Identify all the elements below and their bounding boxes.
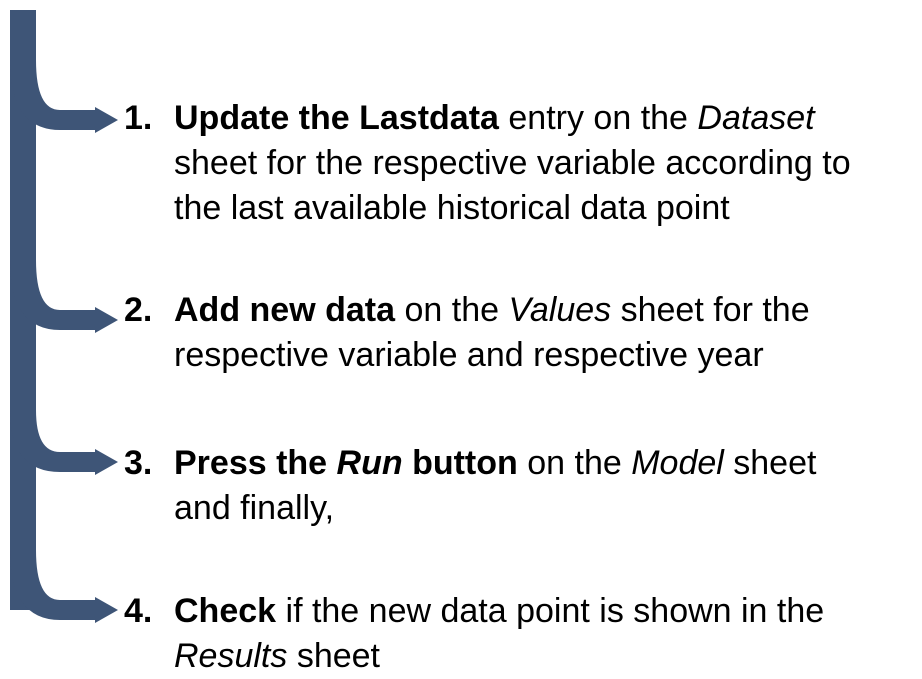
text-run: sheet for the bbox=[611, 291, 810, 329]
step-number: 2. bbox=[124, 291, 153, 329]
text-run: Values bbox=[508, 291, 612, 329]
step-line2: and finally, bbox=[174, 489, 335, 527]
text-run: entry on the bbox=[498, 99, 698, 137]
text-run: Add new data bbox=[174, 291, 396, 329]
step-3: 3. Press the Run button on the Model shee… bbox=[124, 441, 914, 531]
text-run: Check bbox=[174, 592, 277, 630]
step-line1: Add new data on the Values sheet for the bbox=[174, 291, 810, 329]
step-2: 2. Add new data on the Values sheet for t… bbox=[124, 288, 914, 378]
arrow-step-4 bbox=[10, 550, 118, 623]
text-run: Update the Lastdata bbox=[174, 99, 499, 137]
step-number: 3. bbox=[124, 444, 153, 482]
step-number: 4. bbox=[124, 592, 153, 630]
text-run: Dataset bbox=[697, 99, 815, 137]
text-run: on the bbox=[517, 444, 632, 482]
step-line1: Update the Lastdata entry on the Dataset bbox=[174, 99, 815, 137]
step-4: 4. Check if the new data point is shown i… bbox=[124, 589, 914, 679]
text-run: on the bbox=[395, 291, 509, 329]
step-number: 1. bbox=[124, 99, 153, 137]
text-run: sheet bbox=[287, 637, 380, 675]
text-run: Model bbox=[631, 444, 724, 482]
text-run: sheet bbox=[723, 444, 817, 482]
text-run: Run bbox=[336, 444, 403, 482]
text-run: button bbox=[402, 444, 518, 482]
step-1: 1. Update the Lastdata entry on the Datas… bbox=[124, 96, 914, 231]
text-run: Results bbox=[174, 637, 288, 675]
step-line1: Press the Run button on the Model sheet bbox=[174, 444, 816, 482]
step-line1: Check if the new data point is shown in … bbox=[174, 592, 824, 630]
step-line2: sheet for the respective variable accord… bbox=[174, 144, 851, 182]
text-run: Press the bbox=[174, 444, 337, 482]
text-run: if the new data point is shown in the bbox=[276, 592, 825, 630]
step-line3: the last available historical data point bbox=[174, 189, 730, 227]
step-line2: Results sheet bbox=[124, 634, 914, 679]
step-line2: respective variable and respective year bbox=[174, 336, 764, 374]
